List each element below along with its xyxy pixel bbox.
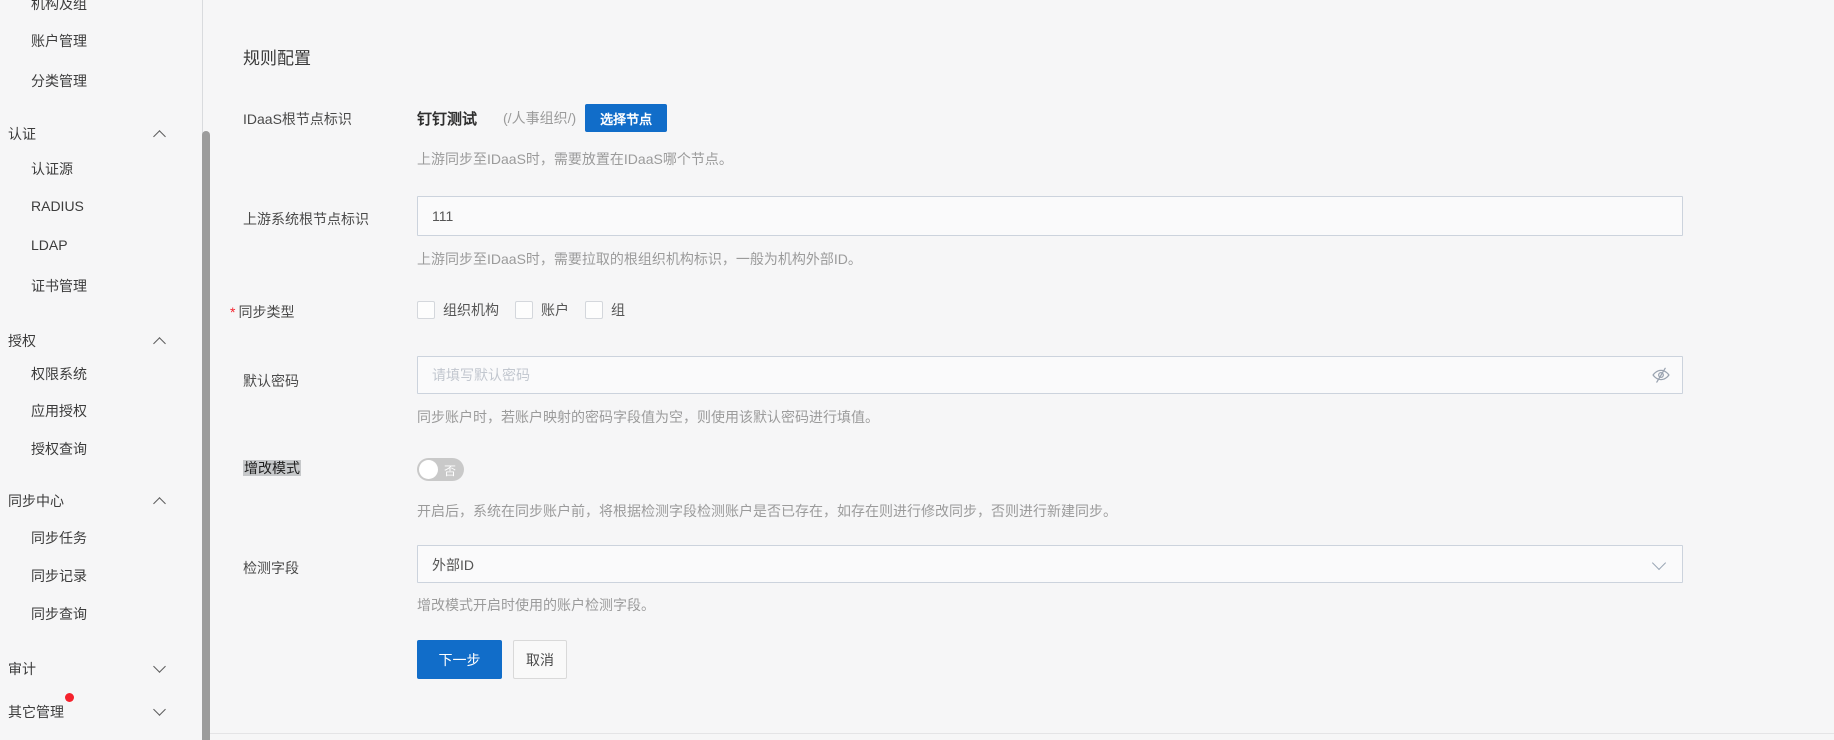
chevron-up-icon (153, 337, 166, 350)
sidebar-item-auth-source[interactable]: 认证源 (31, 159, 73, 179)
detect-field-control: 外部ID (417, 545, 1683, 583)
checkbox-group-group[interactable]: 组 (585, 300, 625, 320)
form-actions: 下一步 取消 (417, 640, 1683, 679)
select-node-button[interactable]: 选择节点 (585, 104, 667, 132)
sidebar-item-categories[interactable]: 分类管理 (31, 71, 87, 91)
help-detect-field: 增改模式开启时使用的账户检测字段。 (417, 595, 655, 615)
upsert-mode-control: 否 (417, 458, 1683, 481)
detect-field-select[interactable]: 外部ID (417, 545, 1683, 583)
toggle-state-label: 否 (444, 462, 456, 479)
chevron-up-icon (153, 130, 166, 143)
main-content: 规则配置 IDaaS根节点标识 钉钉测试 (/人事组织/) 选择节点 上游同步至… (202, 0, 1834, 740)
chevron-down-icon (1652, 556, 1666, 570)
sidebar-item-app-authz[interactable]: 应用授权 (31, 401, 87, 421)
chevron-down-icon (153, 703, 166, 716)
label-detect-field: 检测字段 (243, 558, 299, 578)
chevron-up-icon (153, 497, 166, 510)
sidebar-item-sync-query[interactable]: 同步查询 (31, 604, 87, 624)
checkbox-icon[interactable] (585, 301, 603, 319)
app-root: 机构及组 账户管理 分类管理 认证 认证源 RADIUS LDAP 证书管理 授… (0, 0, 1834, 740)
sync-type-control: 组织机构 账户 组 (417, 300, 1683, 320)
selected-node-name: 钉钉测试 (417, 108, 477, 129)
required-asterisk: * (230, 304, 235, 320)
next-step-button[interactable]: 下一步 (417, 640, 502, 679)
sidebar-section-audit[interactable]: 审计 (8, 659, 164, 679)
selected-node-path: (/人事组织/) (503, 108, 576, 128)
sidebar-section-auth[interactable]: 认证 (8, 124, 164, 144)
checkbox-group-org[interactable]: 组织机构 (417, 300, 499, 320)
page-title: 规则配置 (243, 44, 311, 69)
idaas-root-control: 钉钉测试 (/人事组织/) 选择节点 (417, 104, 1683, 132)
checkbox-icon[interactable] (417, 301, 435, 319)
upstream-root-input[interactable] (417, 196, 1683, 236)
sidebar: 机构及组 账户管理 分类管理 认证 认证源 RADIUS LDAP 证书管理 授… (0, 0, 202, 740)
sidebar-section-authz[interactable]: 授权 (8, 331, 164, 351)
checkbox-group-account[interactable]: 账户 (515, 300, 569, 320)
help-default-password: 同步账户时，若账户映射的密码字段值为空，则使用该默认密码进行填值。 (417, 407, 879, 427)
sidebar-section-sync-center[interactable]: 同步中心 (8, 491, 164, 511)
upsert-mode-toggle[interactable]: 否 (417, 458, 464, 481)
label-upsert-mode: 增改模式 (243, 458, 301, 478)
toggle-knob (419, 460, 438, 479)
label-upstream-root: 上游系统根节点标识 (243, 209, 369, 229)
default-password-input[interactable] (417, 356, 1683, 394)
upstream-root-control (417, 196, 1683, 236)
bottom-divider (210, 733, 1834, 734)
default-password-control (417, 356, 1683, 394)
sidebar-item-radius[interactable]: RADIUS (31, 198, 84, 214)
help-upstream-root: 上游同步至IDaaS时，需要拉取的根组织机构标识，一般为机构外部ID。 (417, 249, 862, 269)
sidebar-section-other-mgmt[interactable]: 其它管理 (8, 702, 164, 722)
chevron-down-icon (153, 660, 166, 673)
sidebar-item-perm-system[interactable]: 权限系统 (31, 364, 87, 384)
select-value: 外部ID (432, 555, 474, 575)
sidebar-item-org-group[interactable]: 机构及组 (31, 0, 87, 14)
sidebar-item-sync-records[interactable]: 同步记录 (31, 566, 87, 586)
sidebar-item-certs[interactable]: 证书管理 (31, 276, 87, 296)
sidebar-item-authz-query[interactable]: 授权查询 (31, 439, 87, 459)
label-idaas-root: IDaaS根节点标识 (243, 109, 352, 129)
eye-slash-icon[interactable] (1651, 365, 1671, 385)
sidebar-item-accounts[interactable]: 账户管理 (31, 31, 87, 51)
sidebar-item-ldap[interactable]: LDAP (31, 237, 68, 253)
notification-dot (65, 693, 74, 702)
checkbox-icon[interactable] (515, 301, 533, 319)
help-idaas-root: 上游同步至IDaaS时，需要放置在IDaaS哪个节点。 (417, 149, 733, 169)
cancel-button[interactable]: 取消 (513, 640, 567, 679)
help-upsert-mode: 开启后，系统在同步账户前，将根据检测字段检测账户是否已存在，如存在则进行修改同步… (417, 501, 1117, 521)
sidebar-item-sync-tasks[interactable]: 同步任务 (31, 528, 87, 548)
label-sync-type: *同步类型 (230, 302, 294, 322)
label-default-password: 默认密码 (243, 371, 299, 391)
